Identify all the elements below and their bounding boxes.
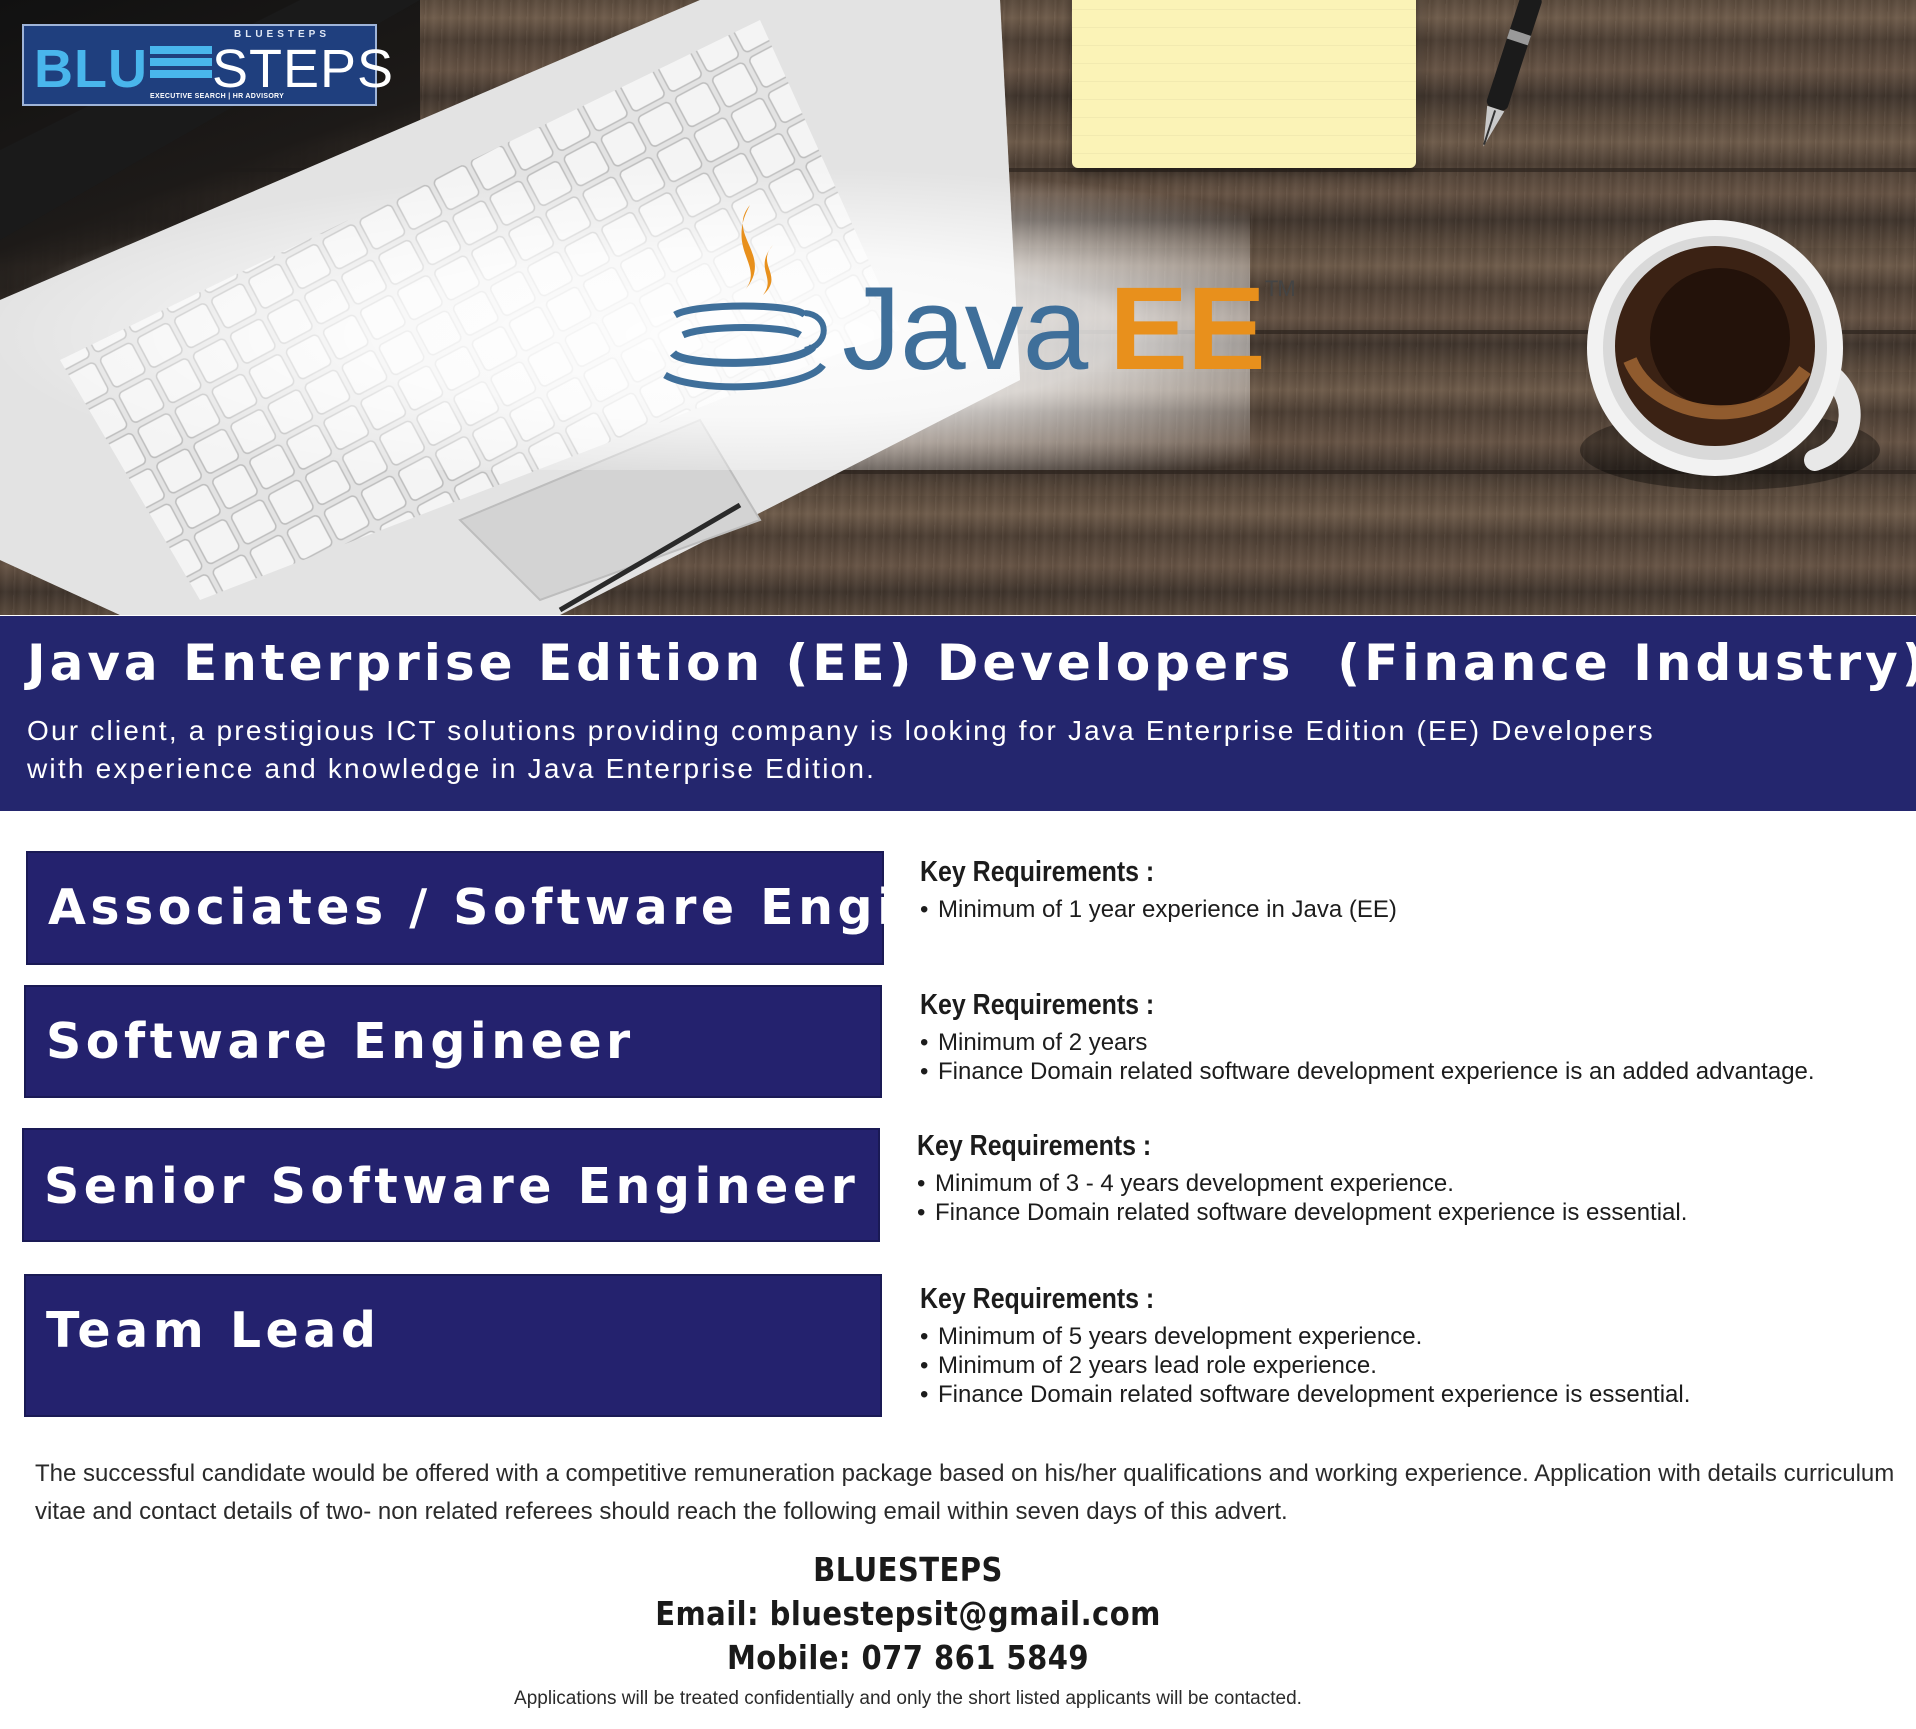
requirement-item: • Minimum of 2 years (920, 1029, 1148, 1056)
requirement-item: • Minimum of 1 year experience in Java (E… (920, 896, 1397, 923)
requirements-heading: Key Requirements : (920, 1283, 1155, 1315)
contact-mobile[interactable]: Mobile: 077 861 5849 (109, 1636, 1707, 1680)
requirements-associates: Key Requirements : • Minimum of 1 year ex… (920, 856, 1900, 924)
logo-right-text: STEPS (212, 39, 395, 99)
requirement-item: • Minimum of 2 years lead role experience… (920, 1352, 1377, 1379)
requirement-item: • Finance Domain related software develop… (917, 1199, 1688, 1226)
requirement-item: • Finance Domain related software develop… (920, 1058, 1815, 1085)
coffee-cup-image (1580, 220, 1880, 490)
logo-bars-icon (150, 46, 212, 90)
job-title: Java Enterprise Edition (EE) Developers … (27, 634, 1916, 692)
contact-email[interactable]: Email: bluestepsit@gmail.com (109, 1592, 1707, 1636)
role-box-associates: Associates / Software Engineers (26, 851, 1071, 965)
role-title: Software Engineer (46, 1013, 635, 1070)
role-box-senior-software-engineer: Senior Software Engineer (22, 1128, 880, 1242)
requirement-item: • Finance Domain related software develop… (920, 1381, 1691, 1408)
intro-text: Our client, a prestigious ICT solutions … (27, 715, 1655, 784)
role-title: Senior Software Engineer (44, 1158, 860, 1215)
contact-company: BLUESTEPS (813, 1550, 1003, 1589)
role-box-software-engineer: Software Engineer (24, 985, 882, 1098)
hero-banner: Java EE TM BLUESTEPS BLU STEPS EXECUTIVE … (0, 0, 1916, 615)
role-box-team-lead: Team Lead (24, 1274, 882, 1417)
logo-tagline: EXECUTIVE SEARCH | HR ADVISORY (150, 93, 285, 100)
contact-block: BLUESTEPS Email: bluestepsit@gmail.com M… (0, 1548, 1816, 1680)
bluesteps-logo: BLUESTEPS BLU STEPS EXECUTIVE SEARCH | H… (22, 24, 393, 106)
requirements-list: • Minimum of 3 - 4 years development expe… (917, 1169, 1897, 1227)
requirement-item: • Minimum of 5 years development experien… (920, 1323, 1423, 1350)
requirements-senior-software-engineer: Key Requirements : • Minimum of 3 - 4 yea… (917, 1130, 1897, 1227)
role-title: Team Lead (46, 1302, 381, 1359)
requirements-heading: Key Requirements : (920, 856, 1155, 888)
pen-image (1483, 0, 1542, 147)
logo-left-text: BLU (34, 39, 148, 99)
requirements-team-lead: Key Requirements : • Minimum of 5 years d… (920, 1283, 1900, 1409)
java-word: Java (842, 263, 1088, 395)
closing-paragraph: The successful candidate would be offere… (35, 1460, 1895, 1525)
notepad-image (1072, 0, 1416, 168)
requirements-list: • Minimum of 1 year experience in Java (E… (920, 895, 1900, 924)
java-cup-icon (663, 205, 827, 391)
trademark-mark: TM (1264, 276, 1296, 301)
requirements-heading: Key Requirements : (917, 1130, 1152, 1162)
requirement-item: • Minimum of 3 - 4 years development expe… (917, 1170, 1454, 1197)
ee-word: EE (1109, 263, 1265, 395)
disclaimer-text: Applications will be treated confidentia… (514, 1688, 1302, 1709)
requirements-software-engineer: Key Requirements : • Minimum of 2 years •… (920, 989, 1900, 1086)
requirements-list: • Minimum of 2 years • Finance Domain rela… (920, 1028, 1900, 1086)
requirements-heading: Key Requirements : (920, 989, 1155, 1021)
java-ee-wordmark: Java EE TM (842, 270, 1296, 388)
header-band: Java Enterprise Edition (EE) Developers … (0, 616, 1916, 811)
requirements-list: • Minimum of 5 years development experien… (920, 1322, 1900, 1409)
